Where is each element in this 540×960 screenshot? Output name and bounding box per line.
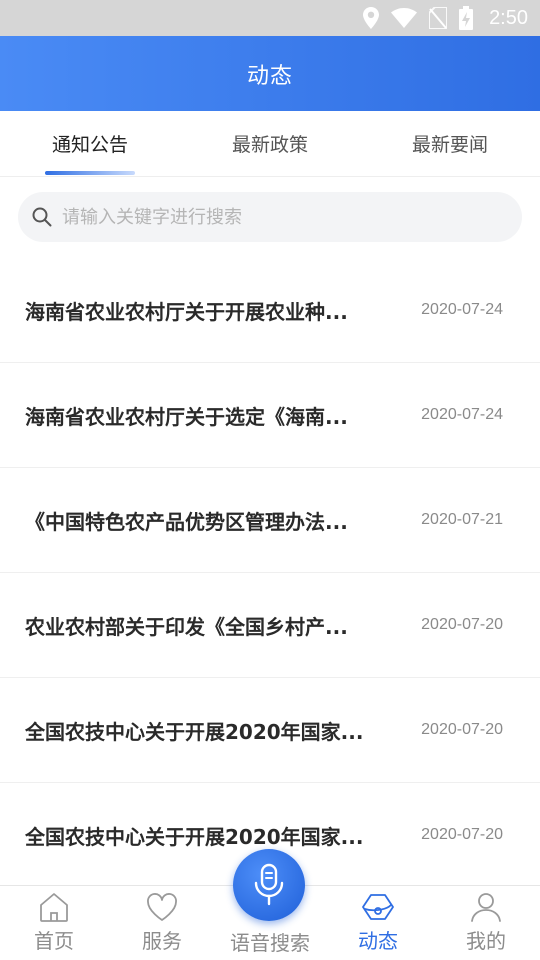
tab-label: 最新要闻 xyxy=(411,134,488,156)
news-title: 海南省农业农村厅关于开展农业种... xyxy=(25,299,348,324)
news-date: 2020-07-21 xyxy=(421,511,503,528)
app-header: 动态 xyxy=(0,36,540,111)
nav-label: 动态 xyxy=(358,929,398,953)
status-bar: 2:50 xyxy=(0,0,540,36)
news-date: 2020-07-24 xyxy=(421,301,503,318)
wifi-icon xyxy=(391,8,418,28)
news-title: 全国农技中心关于开展2020年国家... xyxy=(25,824,364,849)
list-item[interactable]: 全国农技中心关于开展2020年国家... 2020-07-20 xyxy=(0,678,540,783)
news-title: 海南省农业农村厅关于选定《海南... xyxy=(25,404,348,429)
active-tab-indicator xyxy=(45,171,135,175)
nav-label: 语音搜索 xyxy=(230,931,310,955)
news-title: 全国农技中心关于开展2020年国家... xyxy=(25,719,364,744)
nav-label: 服务 xyxy=(142,929,182,953)
tab-latest-news[interactable]: 最新要闻 xyxy=(360,111,540,176)
news-date: 2020-07-20 xyxy=(421,826,503,843)
list-item[interactable]: 农业农村部关于印发《全国乡村产... 2020-07-20 xyxy=(0,573,540,678)
user-icon xyxy=(471,893,501,922)
nav-label: 我的 xyxy=(466,929,506,953)
list-item[interactable]: 海南省农业农村厅关于选定《海南... 2020-07-24 xyxy=(0,363,540,468)
voice-search-button[interactable] xyxy=(233,849,305,921)
search-icon xyxy=(32,207,52,227)
list-item[interactable]: 《中国特色农产品优势区管理办法... 2020-07-21 xyxy=(0,468,540,573)
search-input[interactable] xyxy=(62,206,482,228)
no-sim-icon xyxy=(429,7,448,29)
hexagon-icon xyxy=(362,894,394,920)
nav-label: 首页 xyxy=(34,929,74,953)
location-icon xyxy=(363,7,380,29)
news-title: 《中国特色农产品优势区管理办法... xyxy=(25,509,348,534)
tab-label: 通知公告 xyxy=(51,134,128,156)
news-list: 海南省农业农村厅关于开展农业种... 2020-07-24 海南省农业农村厅关于… xyxy=(0,258,540,888)
nav-home[interactable]: 首页 xyxy=(0,886,108,960)
tab-notices[interactable]: 通知公告 xyxy=(0,111,180,176)
news-date: 2020-07-20 xyxy=(421,721,503,738)
tab-latest-policy[interactable]: 最新政策 xyxy=(180,111,360,176)
nav-services[interactable]: 服务 xyxy=(108,886,216,960)
status-time: 2:50 xyxy=(489,6,528,29)
tab-bar: 通知公告 最新政策 最新要闻 xyxy=(0,111,540,177)
search-bar[interactable] xyxy=(18,192,522,242)
tab-label: 最新政策 xyxy=(231,134,308,156)
battery-charging-icon xyxy=(459,6,474,30)
news-date: 2020-07-20 xyxy=(421,616,503,633)
nav-mine[interactable]: 我的 xyxy=(432,886,540,960)
microphone-icon xyxy=(254,863,284,906)
heart-icon xyxy=(147,893,177,921)
page-title: 动态 xyxy=(246,63,293,89)
list-item[interactable]: 海南省农业农村厅关于开展农业种... 2020-07-24 xyxy=(0,258,540,363)
news-date: 2020-07-24 xyxy=(421,406,503,423)
news-title: 农业农村部关于印发《全国乡村产... xyxy=(25,614,348,639)
status-icons: 2:50 xyxy=(363,0,528,36)
nav-updates[interactable]: 动态 xyxy=(324,886,432,960)
home-icon xyxy=(40,893,68,922)
